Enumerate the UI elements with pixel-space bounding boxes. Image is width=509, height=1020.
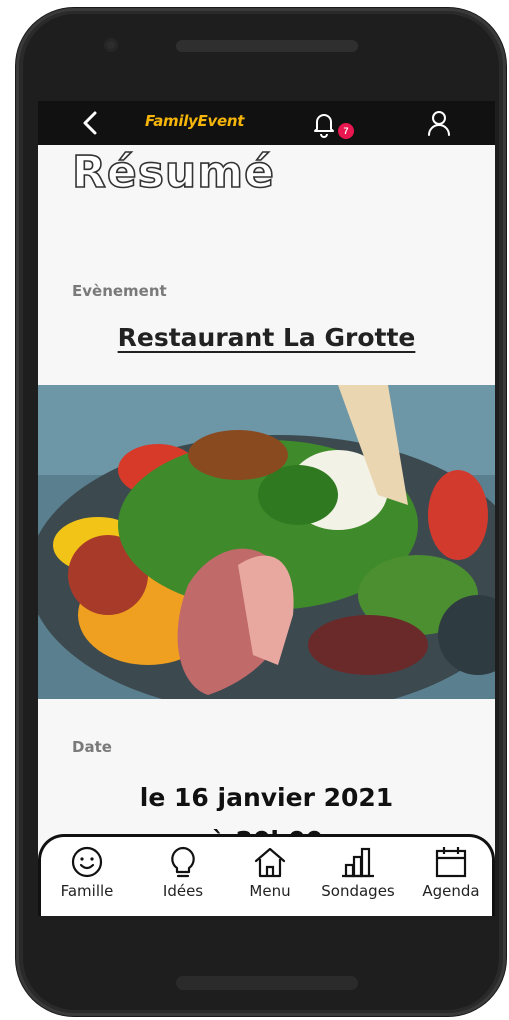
bottom-speaker (176, 976, 358, 990)
nav-label-menu: Menu (249, 882, 291, 900)
top-bar: FamilyEvent 7 (38, 101, 495, 145)
notification-badge: 7 (338, 123, 354, 139)
bar-chart-icon (342, 847, 374, 878)
nav-item-agenda[interactable]: Agenda (411, 845, 491, 900)
earpiece-speaker (176, 40, 358, 52)
dish-photo (38, 385, 495, 699)
nav-label-idees: Idées (162, 882, 204, 900)
nav-item-idees[interactable]: Idées (143, 845, 223, 900)
bottom-navigation: Famille Idées Menu Sondages Agenda (38, 834, 495, 916)
nav-label-sondages: Sondages (321, 882, 395, 900)
back-arrow-icon[interactable] (78, 109, 102, 137)
nav-label-agenda: Agenda (422, 882, 480, 900)
event-name-link[interactable]: Restaurant La Grotte (38, 323, 495, 352)
lightbulb-icon (171, 846, 195, 878)
front-camera (104, 38, 118, 52)
home-icon (254, 847, 286, 878)
user-profile-icon[interactable] (426, 109, 452, 137)
smiley-icon (71, 846, 103, 878)
event-date: le 16 janvier 2021 (139, 783, 394, 812)
page-title: Résumé (71, 146, 275, 199)
app-screen: FamilyEvent 7 Résumé Evènement Restauran… (38, 101, 495, 916)
nav-item-sondages[interactable]: Sondages (315, 845, 401, 900)
date-label: Date (72, 738, 112, 756)
nav-item-famille[interactable]: Famille (47, 845, 127, 900)
nav-item-menu[interactable]: Menu (230, 845, 310, 900)
nav-label-famille: Famille (60, 882, 114, 900)
calendar-icon (435, 847, 467, 878)
app-logo-title: FamilyEvent (145, 112, 245, 130)
event-label: Evènement (72, 282, 167, 300)
bell-icon[interactable] (310, 109, 338, 139)
